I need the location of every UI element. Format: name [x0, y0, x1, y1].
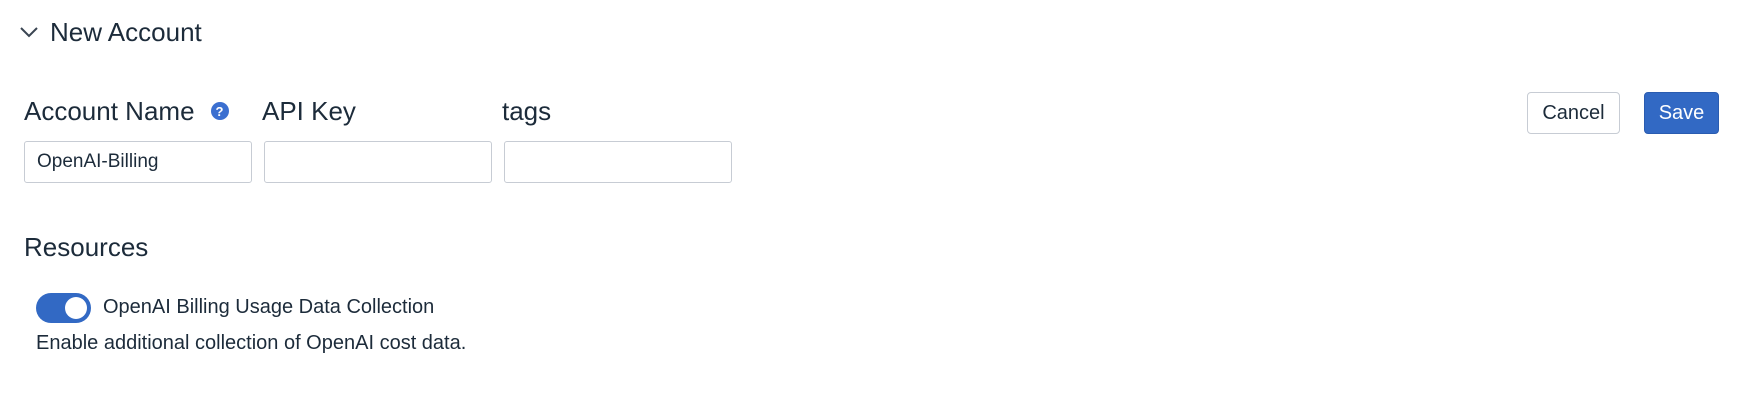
cancel-button[interactable]: Cancel [1527, 92, 1620, 134]
api-key-label: API Key [262, 93, 356, 129]
billing-usage-toggle-label: OpenAI Billing Usage Data Collection [103, 296, 435, 318]
chevron-down-icon[interactable] [18, 21, 40, 43]
tags-input[interactable] [504, 141, 732, 183]
resources-title: Resources [24, 232, 149, 262]
question-circle-icon[interactable]: ? [210, 102, 229, 120]
api-key-input[interactable] [264, 141, 492, 183]
billing-usage-description: Enable additional collection of OpenAI c… [36, 332, 467, 354]
api-key-label-text: API Key [262, 95, 356, 126]
section-title: New Account [50, 16, 202, 47]
billing-usage-toggle[interactable] [36, 293, 91, 323]
save-button[interactable]: Save [1644, 92, 1719, 134]
section-header[interactable]: New Account [18, 14, 202, 50]
tags-label-text: tags [502, 95, 552, 126]
account-name-label-text: Account Name [24, 95, 195, 126]
tags-label: tags [502, 93, 551, 129]
toggle-knob [65, 297, 87, 319]
account-name-input[interactable] [24, 141, 252, 183]
account-name-label: Account Name ? [24, 93, 229, 129]
